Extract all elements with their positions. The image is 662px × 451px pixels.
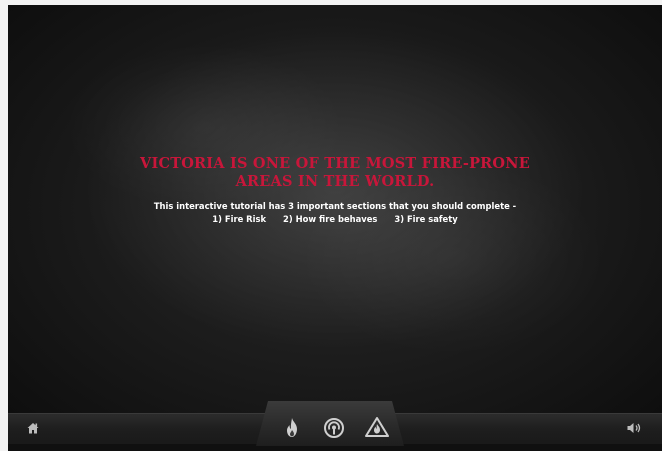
fire-icon[interactable]	[283, 417, 301, 439]
section-fire-safety: 3) Fire safety	[394, 214, 458, 224]
tutorial-frame: VICTORIA IS ONE OF THE MOST FIRE-PRONE A…	[8, 5, 662, 451]
slide-stage: VICTORIA IS ONE OF THE MOST FIRE-PRONE A…	[8, 5, 662, 413]
headline-line-1: VICTORIA IS ONE OF THE MOST FIRE-PRONE	[140, 155, 530, 172]
sound-icon[interactable]	[626, 421, 642, 435]
intro-text: This interactive tutorial has 3 importan…	[153, 201, 517, 211]
headline-line-2: AREAS IN THE WORLD.	[235, 173, 435, 190]
slide-content: VICTORIA IS ONE OF THE MOST FIRE-PRONE A…	[8, 155, 662, 226]
warning-icon[interactable]	[364, 416, 390, 438]
section-how-fire-behaves: 2) How fire behaves	[283, 214, 378, 224]
section-fire-risk: 1) Fire Risk	[212, 214, 267, 224]
slide-headline: VICTORIA IS ONE OF THE MOST FIRE-PRONE A…	[125, 155, 545, 191]
signal-icon[interactable]	[323, 417, 345, 439]
section-list: 1) Fire Risk 2) How fire behaves 3) Fire…	[8, 213, 662, 226]
home-icon[interactable]	[26, 421, 40, 435]
